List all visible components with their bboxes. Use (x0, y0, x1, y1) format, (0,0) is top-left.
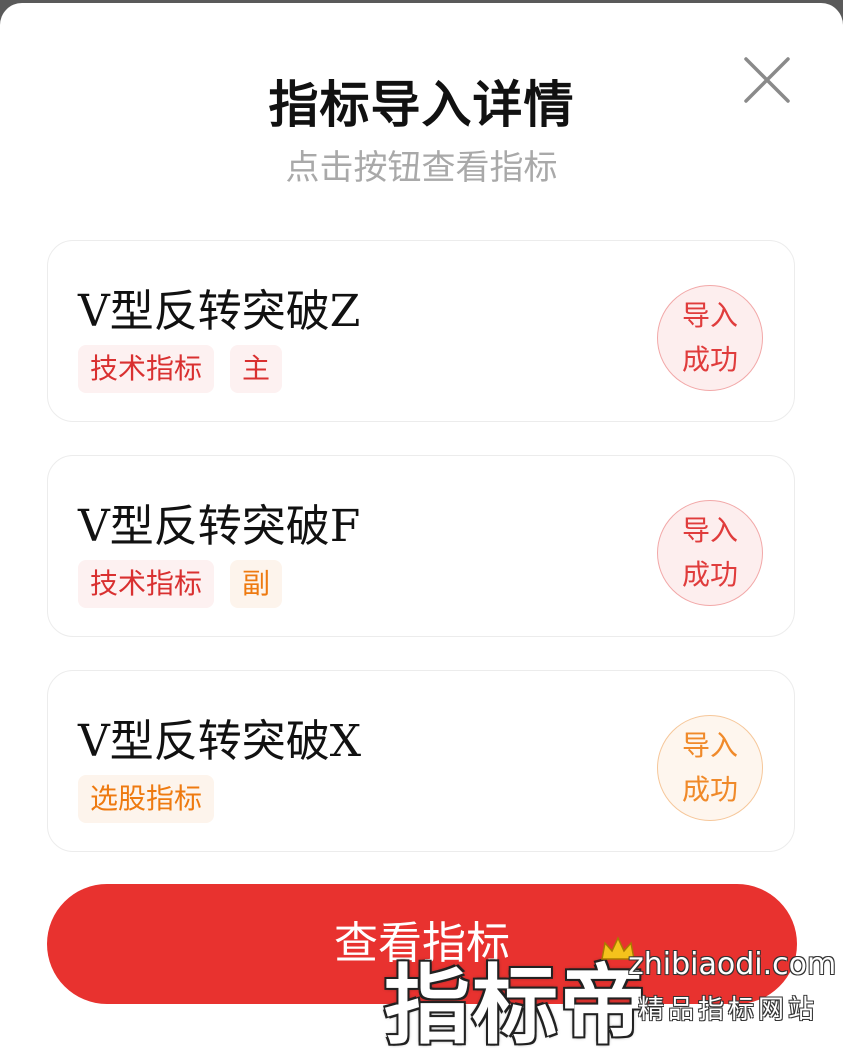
indicator-card: V型反转突破F 技术指标 副 导入 成功 (47, 455, 795, 637)
tag-chart: 主 (230, 345, 283, 393)
stamp-line1: 导入 (681, 299, 738, 332)
close-icon[interactable] (740, 53, 794, 107)
import-details-dialog: 指标导入详情 点击按钮查看指标 V型反转突破Z 技术指标 主 导入 成功 V型反… (0, 3, 843, 1048)
indicator-name: V型反转突破X (78, 716, 362, 767)
import-success-stamp: 导入 成功 (657, 500, 763, 606)
stamp-line1: 导入 (681, 729, 738, 762)
stamp-line2: 成功 (681, 773, 738, 806)
indicator-card: V型反转突破Z 技术指标 主 导入 成功 (47, 240, 795, 422)
tag-chart: 副 (230, 560, 283, 608)
tag-type: 选股指标 (78, 775, 215, 823)
tag-list: 技术指标 副 (78, 560, 283, 608)
stamp-line2: 成功 (681, 558, 738, 591)
indicator-name: V型反转突破Z (78, 286, 361, 337)
view-indicators-button[interactable]: 查看指标 (47, 884, 797, 1004)
indicator-name: V型反转突破F (78, 501, 361, 552)
import-success-stamp: 导入 成功 (657, 285, 763, 391)
stamp-line1: 导入 (681, 514, 738, 547)
tag-type: 技术指标 (78, 560, 215, 608)
dialog-subtitle: 点击按钮查看指标 (285, 148, 558, 188)
indicator-card: V型反转突破X 选股指标 导入 成功 (47, 670, 795, 852)
tag-list: 技术指标 主 (78, 345, 283, 393)
stamp-line2: 成功 (681, 343, 738, 376)
import-success-stamp: 导入 成功 (657, 715, 763, 821)
tag-list: 选股指标 (78, 775, 215, 823)
dialog-title: 指标导入详情 (268, 76, 575, 134)
tag-type: 技术指标 (78, 345, 215, 393)
